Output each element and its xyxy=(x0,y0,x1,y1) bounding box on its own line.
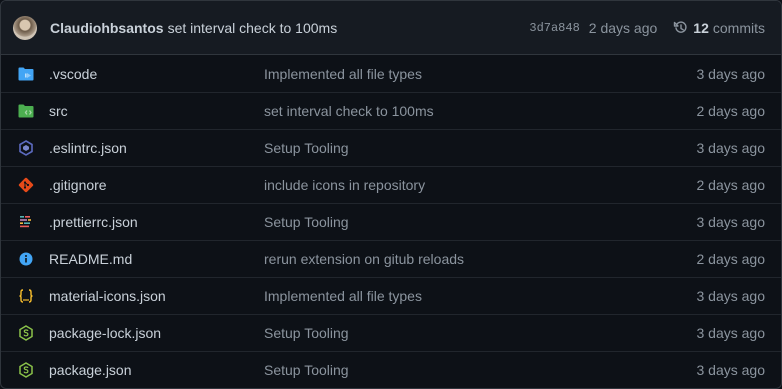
nodejs-icon xyxy=(18,362,34,378)
git-icon xyxy=(18,177,34,193)
file-name[interactable]: .vscode xyxy=(49,66,97,82)
file-commit-message[interactable]: Setup Tooling xyxy=(264,214,349,230)
commits-label: commits xyxy=(712,19,765,36)
file-name[interactable]: package.json xyxy=(49,362,132,378)
file-name[interactable]: package-lock.json xyxy=(49,325,161,341)
info-icon xyxy=(18,251,34,267)
avatar[interactable] xyxy=(13,15,37,40)
file-name[interactable]: README.md xyxy=(49,251,132,267)
file-row[interactable]: .gitignore include icons in repository 2… xyxy=(1,166,781,203)
file-time: 2 days ago xyxy=(696,177,766,193)
commit-author[interactable]: Claudiohbsantos xyxy=(50,20,164,36)
nodejs-icon xyxy=(18,325,34,341)
file-row[interactable]: material-icons.json Implemented all file… xyxy=(1,277,781,314)
file-name[interactable]: .prettierrc.json xyxy=(49,214,138,230)
file-commit-message[interactable]: rerun extension on gitub reloads xyxy=(264,251,464,267)
file-commit-message[interactable]: Setup Tooling xyxy=(264,325,349,341)
file-commit-message[interactable]: Implemented all file types xyxy=(264,288,422,304)
file-commit-message[interactable]: Implemented all file types xyxy=(264,66,422,82)
file-name[interactable]: material-icons.json xyxy=(49,288,166,304)
history-icon xyxy=(674,20,687,33)
file-time: 3 days ago xyxy=(696,214,766,230)
folder-src-icon xyxy=(18,103,34,119)
file-name[interactable]: .gitignore xyxy=(49,177,107,193)
file-list: .vscode Implemented all file types 3 day… xyxy=(1,55,781,388)
file-time: 3 days ago xyxy=(696,65,766,82)
file-commit-message[interactable]: Setup Tooling xyxy=(264,362,349,378)
file-row[interactable]: src set interval check to 100ms 2 days a… xyxy=(1,92,781,129)
prettier-icon xyxy=(18,214,34,230)
commit-message[interactable]: set interval check to 100ms xyxy=(168,20,338,36)
commit-time: 2 days ago xyxy=(588,19,658,36)
file-time: 3 days ago xyxy=(696,362,766,378)
file-row[interactable]: .prettierrc.json Setup Tooling 3 days ag… xyxy=(1,203,781,240)
file-name[interactable]: src xyxy=(49,103,68,119)
file-row[interactable]: .eslintrc.json Setup Tooling 3 days ago xyxy=(1,129,781,166)
file-row[interactable]: package-lock.json Setup Tooling 3 days a… xyxy=(1,314,781,351)
file-row[interactable]: .vscode Implemented all file types 3 day… xyxy=(1,55,781,92)
file-commit-message[interactable]: Setup Tooling xyxy=(264,140,349,156)
eslint-icon xyxy=(18,140,34,156)
file-time: 3 days ago xyxy=(696,140,766,156)
commit-sha[interactable]: 3d7a848 xyxy=(529,21,579,35)
folder-vscode-icon xyxy=(18,66,34,82)
file-row[interactable]: README.md rerun extension on gitub reloa… xyxy=(1,240,781,277)
file-time: 2 days ago xyxy=(696,103,766,119)
file-commit-message[interactable]: include icons in repository xyxy=(264,177,425,193)
commit-count: 12 xyxy=(693,19,709,36)
file-commit-message[interactable]: set interval check to 100ms xyxy=(264,103,434,119)
file-row[interactable]: package.json Setup Tooling 3 days ago xyxy=(1,351,781,388)
latest-commit-header: Claudiohbsantos set interval check to 10… xyxy=(1,1,781,55)
file-time: 2 days ago xyxy=(696,251,766,267)
file-browser: Claudiohbsantos set interval check to 10… xyxy=(0,0,782,389)
file-time: 3 days ago xyxy=(696,288,766,304)
file-time: 3 days ago xyxy=(696,325,766,341)
json-icon xyxy=(18,288,34,304)
file-name[interactable]: .eslintrc.json xyxy=(49,140,127,156)
commits-link[interactable]: 12 commits xyxy=(673,20,765,36)
